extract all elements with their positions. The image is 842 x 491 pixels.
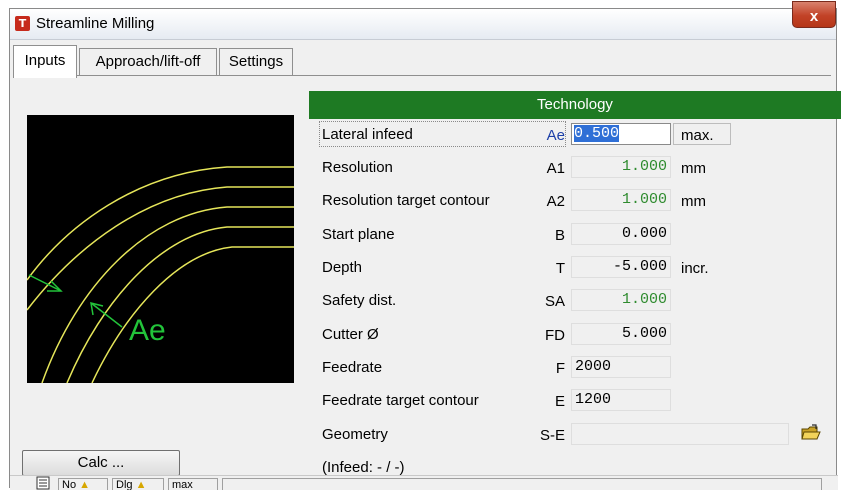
warning-icon: ▲ <box>135 479 147 490</box>
cutter-diameter-label: Cutter Ø <box>322 326 379 343</box>
row-safety-distance: Safety dist. SA 1.000 <box>309 286 829 316</box>
folder-open-icon[interactable] <box>801 424 821 442</box>
inputs-panel: Ae Calc ... Technology Lateral infeed Ae… <box>13 75 841 476</box>
toolpath-preview-graphic: Ae <box>26 166 294 384</box>
window-title: Streamline Milling <box>36 15 155 32</box>
start-plane-label: Start plane <box>322 226 395 243</box>
geometry-symbol: S-E <box>539 427 565 444</box>
close-button[interactable]: x <box>792 1 836 28</box>
status-message <box>222 478 822 490</box>
safety-distance-label: Safety dist. <box>322 292 397 309</box>
app-logo-icon: T <box>15 16 30 31</box>
list-icon[interactable] <box>36 476 50 490</box>
calc-button[interactable]: Calc ... <box>22 450 180 476</box>
row-geometry: Geometry S-E <box>309 420 829 450</box>
lateral-infeed-input[interactable]: 0.500 <box>571 123 671 145</box>
row-feedrate: Feedrate F 2000 <box>309 353 829 383</box>
feedrate-input[interactable]: 2000 <box>571 356 671 378</box>
start-plane-input[interactable]: 0.000 <box>571 223 671 245</box>
infeed-arrow-right <box>90 301 123 328</box>
infeed-note: (Infeed: - / -) <box>322 459 405 476</box>
resolution-target-input[interactable]: 1.000 <box>571 189 671 211</box>
row-start-plane: Start plane B 0.000 <box>309 220 829 250</box>
row-resolution: Resolution A1 1.000 mm <box>309 153 829 183</box>
status-max[interactable]: max <box>168 478 218 490</box>
lateral-infeed-unit: max. <box>681 127 714 144</box>
row-lateral-infeed: Lateral infeed Ae 0.500 max. <box>309 120 829 150</box>
technology-header: Technology <box>309 91 841 119</box>
tab-inputs[interactable]: Inputs <box>13 45 77 78</box>
start-plane-symbol: B <box>554 227 565 244</box>
safety-distance-symbol: SA <box>544 293 565 310</box>
row-feedrate-target-contour: Feedrate target contour E 1200 <box>309 386 829 416</box>
warning-icon: ▲ <box>79 479 91 490</box>
resolution-symbol: A1 <box>546 160 565 177</box>
depth-label: Depth <box>322 259 363 276</box>
resolution-target-label: Resolution target contour <box>322 192 490 209</box>
depth-symbol: T <box>555 260 565 277</box>
row-resolution-target-contour: Resolution target contour A2 1.000 mm <box>309 186 829 216</box>
toolpath-line <box>26 186 294 311</box>
toolpath-preview: Ae <box>26 115 294 384</box>
preview-ae-label: Ae <box>129 314 166 347</box>
feedrate-target-input[interactable]: 1200 <box>571 389 671 411</box>
feedrate-label: Feedrate <box>322 359 383 376</box>
status-no[interactable]: No ▲ <box>58 478 108 490</box>
lateral-infeed-label: Lateral infeed <box>322 126 413 143</box>
feedrate-target-symbol: E <box>554 393 565 410</box>
title-bar: T Streamline Milling x <box>10 1 836 40</box>
safety-distance-input[interactable]: 1.000 <box>571 289 671 311</box>
row-depth: Depth T -5.000 incr. <box>309 253 829 283</box>
feedrate-target-label: Feedrate target contour <box>322 392 479 409</box>
toolpath-line <box>26 166 294 281</box>
depth-input[interactable]: -5.000 <box>571 256 671 278</box>
cutter-diameter-symbol: FD <box>545 327 565 344</box>
row-cutter-diameter: Cutter Ø FD 5.000 <box>309 320 829 350</box>
dialog-window: T Streamline Milling x Inputs Approach/l… <box>9 1 841 490</box>
close-icon: x <box>809 8 819 25</box>
status-bar: No ▲ Dlg ▲ max <box>10 475 838 490</box>
resolution-label: Resolution <box>322 159 393 176</box>
resolution-target-symbol: A2 <box>546 193 565 210</box>
status-dlg[interactable]: Dlg ▲ <box>112 478 164 490</box>
toolpath-line <box>91 246 294 384</box>
feedrate-symbol: F <box>555 360 565 377</box>
resolution-input[interactable]: 1.000 <box>571 156 671 178</box>
tab-settings[interactable]: Settings <box>219 48 293 76</box>
tab-approach-lift-off[interactable]: Approach/lift-off <box>79 48 217 76</box>
geometry-input[interactable] <box>571 423 789 445</box>
depth-unit: incr. <box>681 260 709 277</box>
resolution-unit: mm <box>681 160 706 177</box>
cutter-diameter-input[interactable]: 5.000 <box>571 323 671 345</box>
resolution-target-unit: mm <box>681 193 706 210</box>
lateral-infeed-symbol: Ae <box>546 127 565 144</box>
geometry-label: Geometry <box>322 426 388 443</box>
